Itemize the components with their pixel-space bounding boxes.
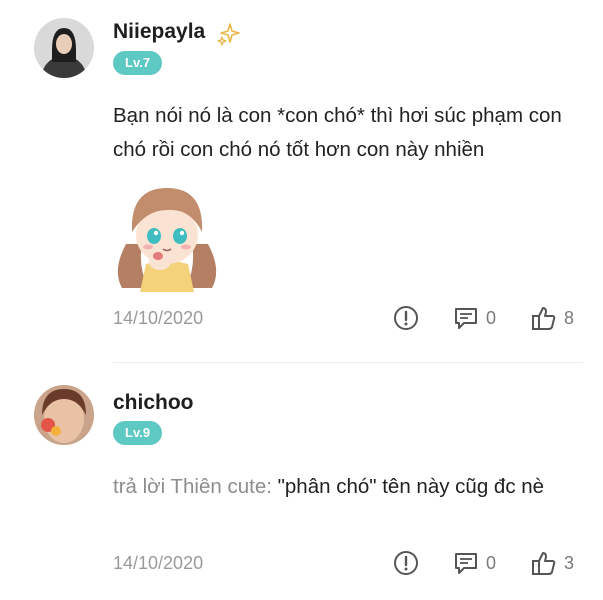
- user-avatar[interactable]: [34, 385, 94, 445]
- comment-meta: 14/10/2020 0 8: [0, 300, 603, 336]
- username[interactable]: chichoo: [113, 391, 194, 415]
- comment-meta: 14/10/2020 0 3: [0, 545, 603, 581]
- sparkle-icon: [217, 23, 240, 46]
- thumbs-up-icon: [532, 552, 556, 575]
- like-button[interactable]: 3: [530, 545, 574, 581]
- report-button[interactable]: [392, 545, 420, 581]
- comment-item: chichoo Lv.9 trả lời Thiên cute: "phân c…: [0, 375, 603, 600]
- comment-text: Bạn nói nó là con *con chó* thì hơi súc …: [113, 104, 562, 161]
- reply-count: 0: [486, 552, 497, 573]
- comment-icon: [455, 308, 477, 329]
- level-badge: Lv.9: [113, 421, 163, 445]
- avatar-photo-icon: [34, 18, 94, 78]
- reply-button[interactable]: 0: [452, 545, 496, 581]
- avatar-photo-icon: [34, 385, 94, 445]
- thumbs-up-icon: [532, 307, 556, 330]
- comment-icon: [455, 553, 477, 574]
- comment-text: trả lời Thiên cute: "phân chó" tên này c…: [113, 470, 583, 504]
- like-button[interactable]: 8: [530, 300, 574, 336]
- report-icon: [394, 551, 418, 575]
- reply-text: "phân chó" tên này cũg đc nè: [277, 475, 545, 498]
- like-count: 3: [564, 552, 575, 573]
- comment-item: Niiepayla Lv.7 Bạn nói nó là con *con ch…: [0, 0, 603, 350]
- user-avatar[interactable]: [34, 18, 94, 78]
- like-count: 8: [564, 307, 575, 328]
- comment-date: 14/10/2020: [113, 308, 204, 328]
- anime-girl-sticker-icon: [117, 188, 217, 292]
- reply-button[interactable]: 0: [452, 300, 496, 336]
- report-icon: [394, 306, 418, 330]
- level-badge: Lv.7: [113, 51, 163, 75]
- reply-count: 0: [486, 307, 497, 328]
- comment-divider: [113, 362, 583, 363]
- comment-date: 14/10/2020: [113, 553, 204, 573]
- reply-prefix[interactable]: trả lời Thiên cute:: [113, 475, 272, 498]
- report-button[interactable]: [392, 300, 420, 336]
- username[interactable]: Niiepayla: [113, 20, 205, 44]
